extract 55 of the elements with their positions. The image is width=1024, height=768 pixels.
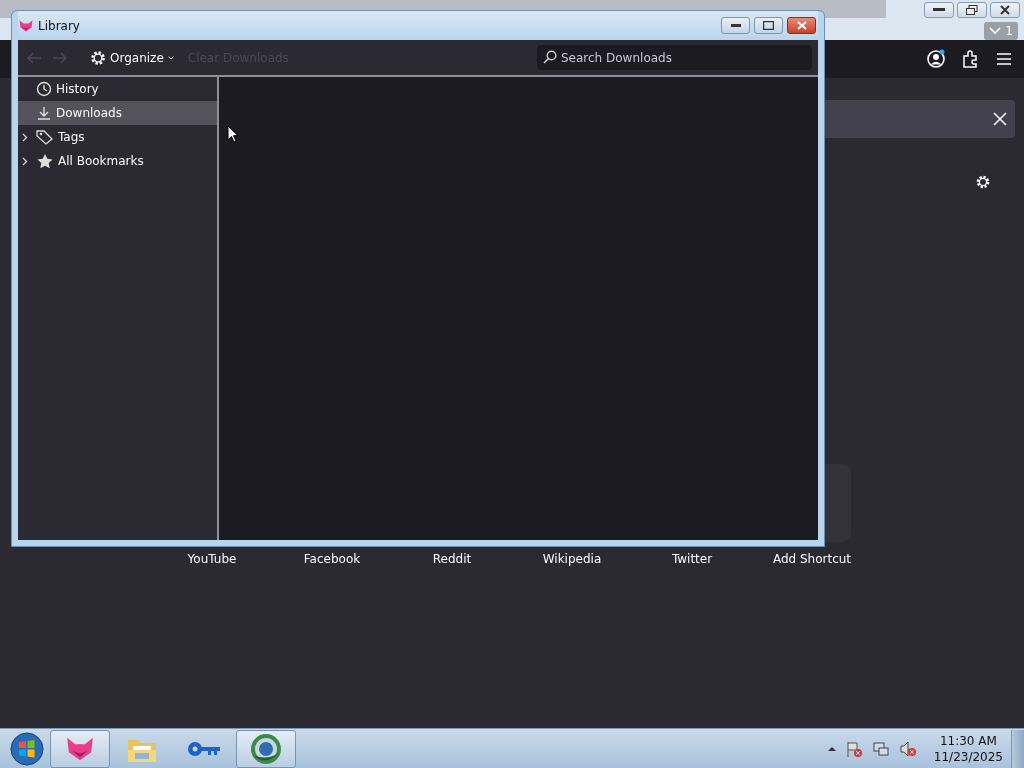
speaker-muted-icon[interactable]	[898, 739, 917, 758]
taskbar-button[interactable]	[50, 729, 110, 768]
sidebar-item[interactable]: Downloads	[18, 101, 217, 125]
chevron-icon[interactable]	[22, 156, 28, 166]
minimize-icon	[730, 23, 741, 28]
close-icon	[796, 21, 807, 30]
minimize-button[interactable]	[924, 2, 954, 18]
restore-icon	[966, 5, 978, 15]
maximize-button[interactable]	[754, 17, 783, 34]
close-button[interactable]	[990, 2, 1020, 18]
account-icon[interactable]	[926, 49, 946, 69]
sidebar-item[interactable]: All Bookmarks	[18, 149, 217, 173]
clock-icon	[36, 81, 52, 97]
shortcut-label[interactable]: YouTube	[187, 552, 237, 566]
menu-icon[interactable]	[996, 52, 1012, 66]
settings-icon[interactable]	[975, 174, 991, 190]
organize-button[interactable]: Organize	[86, 47, 178, 68]
sidebar-label: Tags	[58, 130, 85, 144]
shortcut-tile[interactable]	[825, 464, 851, 542]
maximize-icon	[763, 21, 774, 30]
download-icon	[36, 105, 52, 121]
shortcut-label[interactable]: Add Shortcut	[772, 552, 852, 566]
close-icon	[1000, 5, 1010, 15]
cursor-icon	[227, 125, 239, 143]
chevron-icon[interactable]	[22, 132, 28, 142]
show-hidden-icons-icon[interactable]	[827, 746, 836, 751]
search-field[interactable]: Search Downloads	[537, 45, 812, 70]
restore-button[interactable]	[957, 2, 987, 18]
chevron-icon	[989, 27, 1002, 35]
network-icon[interactable]	[871, 739, 890, 758]
sidebar-item[interactable]: Tags	[18, 125, 217, 149]
minimize-button[interactable]	[721, 17, 750, 34]
caret-icon	[167, 55, 174, 60]
tag-icon	[36, 129, 54, 145]
shortcut-label[interactable]: Reddit	[432, 552, 472, 566]
sidebar-item[interactable]: History	[18, 77, 217, 101]
globe-icon	[250, 732, 282, 765]
clock-date[interactable]: 11/23/2025	[933, 748, 1003, 765]
window-title: Library	[38, 18, 80, 33]
shortcut-label[interactable]: Twitter	[671, 552, 713, 566]
shortcut-label[interactable]: Facebook	[303, 552, 361, 566]
flag-icon[interactable]	[844, 739, 863, 758]
minimize-icon	[933, 8, 945, 12]
start-button[interactable]	[10, 731, 44, 766]
puzzle-icon[interactable]	[962, 50, 980, 68]
star-icon	[36, 153, 54, 169]
clock-time[interactable]: 11:30 AM	[939, 732, 997, 749]
close-icon[interactable]	[993, 112, 1007, 126]
sidebar-label: History	[56, 82, 99, 96]
close-button[interactable]	[787, 17, 816, 34]
taskbar-button[interactable]	[236, 729, 296, 768]
shortcut-label[interactable]: Wikipedia	[542, 552, 602, 566]
sidebar-label: Downloads	[56, 106, 122, 120]
settings-icon	[90, 49, 106, 66]
sidebar-label: All Bookmarks	[58, 154, 144, 168]
